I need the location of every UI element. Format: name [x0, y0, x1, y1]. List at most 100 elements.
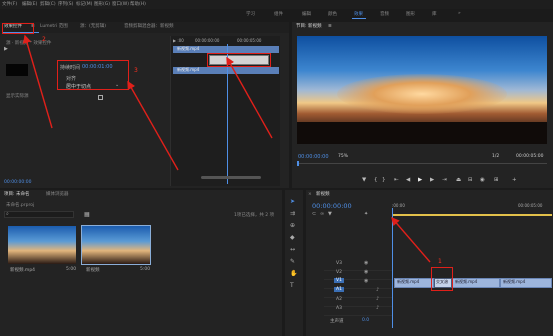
show-actual-sources-label: 显示实际源 — [6, 94, 29, 99]
media-thumb-2[interactable] — [81, 225, 151, 265]
show-actual-sources-checkbox[interactable] — [98, 95, 103, 100]
program-playhead[interactable] — [297, 161, 299, 166]
menu-clip[interactable]: 剪辑(C) — [40, 1, 56, 7]
ec-timecode[interactable]: 00:00:00:00 — [4, 180, 31, 185]
timeline-settings-icon[interactable]: ✦ — [364, 211, 368, 217]
snap-icon[interactable]: ⊂ — [312, 211, 316, 217]
workspace-color[interactable]: 颜色 — [328, 11, 337, 17]
tab-media-browser[interactable]: 媒体浏览器 — [46, 190, 69, 200]
menu-marker[interactable]: 标记(M) — [76, 1, 92, 7]
mini-scrollbar[interactable] — [201, 176, 261, 179]
workspace-audio[interactable]: 音频 — [380, 11, 389, 17]
menu-sequence[interactable]: 序列(S) — [58, 1, 73, 7]
mark-out2-icon[interactable]: } — [382, 177, 386, 183]
mini-clip-1-label: 新视频.mp4 — [177, 46, 200, 51]
media-thumb-1[interactable] — [8, 226, 76, 264]
slip-tool-icon[interactable]: ↔ — [290, 246, 295, 253]
project-search-input[interactable]: ⌕ — [4, 211, 74, 218]
add-button-icon[interactable]: + — [512, 177, 517, 183]
menu-file[interactable]: 文件(F) — [2, 1, 17, 7]
menu-graphics[interactable]: 图形(G) — [94, 1, 110, 7]
program-video-frame[interactable] — [297, 36, 547, 144]
linked-selection-icon[interactable]: ∞ — [320, 211, 324, 217]
track-v1-eye-icon[interactable]: ◉ — [364, 278, 368, 284]
mark-out-icon[interactable]: { — [374, 177, 378, 183]
tab-lumetri-scopes[interactable]: Lumetri 范围 — [40, 22, 68, 32]
menu-edit[interactable]: 编辑(E) — [22, 1, 37, 7]
mini-clip-1[interactable]: 新视频.mp4 — [173, 46, 279, 53]
tab-audio-mixer[interactable]: 音频剪辑混合器：新视频 — [124, 22, 174, 32]
export-frame-icon[interactable]: ◉ — [480, 177, 485, 183]
track-a2-mic-icon[interactable]: ♪ — [376, 296, 379, 302]
workspace-libraries[interactable]: 库 — [432, 11, 437, 17]
timeline-clip-c[interactable]: 新视频.mp4 — [500, 278, 552, 288]
go-to-in-icon[interactable]: ⇤ — [394, 177, 399, 183]
horizon-shape — [297, 122, 547, 144]
tab-project[interactable]: 项目: 未命名 — [4, 190, 29, 200]
razor-tool-icon[interactable]: ◆ — [290, 234, 295, 241]
mark-in-icon[interactable]: ▼ — [362, 177, 366, 183]
program-zoom-select[interactable]: 75% — [338, 154, 348, 159]
comparison-view-icon[interactable]: ⊞ — [494, 177, 499, 183]
tab-source[interactable]: 源：(无剪辑) — [80, 22, 106, 32]
program-resolution-select[interactable]: 1/2 — [492, 154, 499, 159]
lift-icon[interactable]: ⏏ — [456, 177, 461, 183]
timeline-timecode[interactable]: 00:00:00:00 — [312, 202, 352, 210]
media-thumb-2-name: 新视频 — [86, 268, 100, 273]
timeline-panel: × 新视频 00:00:00:00 ⊂ ∞ ▼ ✦ :00:00 00:00:0… — [306, 190, 553, 336]
program-tab-menu[interactable]: ≡ — [328, 22, 332, 32]
timeline-playhead[interactable] — [392, 208, 393, 328]
media-thumb-2-dur: 5:00 — [140, 267, 151, 272]
timeline-close-icon[interactable]: × — [308, 190, 312, 200]
add-marker-icon[interactable]: ▼ — [328, 211, 332, 217]
menu-window[interactable]: 窗口(W) — [112, 1, 129, 7]
timeline-clip-a[interactable]: 新视频.mp4 — [394, 278, 434, 288]
timeline-clip-b[interactable]: 新视频.mp4 — [452, 278, 500, 288]
mini-clip-2[interactable]: 新视频.mp4 — [173, 67, 279, 74]
workspace-editing[interactable]: 编辑 — [302, 11, 311, 17]
play-arrow-icon[interactable]: ▶ — [4, 46, 8, 53]
master-track-label: 主声道 — [330, 319, 344, 324]
workspace-effects[interactable]: 效果 — [354, 11, 363, 17]
workspace-learn[interactable]: 学习 — [246, 11, 255, 17]
master-track-value[interactable]: 0.0 — [362, 318, 369, 323]
workspace-more[interactable]: » — [458, 11, 461, 16]
annotation-box-tab — [2, 23, 34, 34]
step-back-icon[interactable]: ◀ — [406, 177, 410, 183]
track-v1-label: V1 — [334, 278, 344, 283]
ripple-edit-tool-icon[interactable]: ⊕ — [290, 222, 295, 229]
tools-panel: ➤ ⇉ ⊕ ◆ ↔ ✎ ✋ T — [285, 190, 303, 336]
program-scrub-bar[interactable] — [297, 163, 547, 164]
track-a3-mic-icon[interactable]: ♪ — [376, 305, 379, 311]
step-forward-icon[interactable]: ▶ — [430, 177, 434, 183]
pen-tool-icon[interactable]: ✎ — [290, 258, 295, 265]
hand-tool-icon[interactable]: ✋ — [290, 270, 297, 277]
mini-clip-2-label: 新视频.mp4 — [177, 67, 200, 72]
go-to-out-icon[interactable]: ⇥ — [442, 177, 447, 183]
program-timecode[interactable]: 00:00:00:00 — [298, 154, 329, 160]
media-thumb-1-dur: 5:00 — [66, 267, 77, 272]
new-bin-icon[interactable]: ▦ — [84, 211, 90, 218]
track-select-tool-icon[interactable]: ⇉ — [290, 210, 295, 217]
track-v3-label: V3 — [336, 261, 342, 266]
work-area-bar[interactable] — [392, 214, 552, 216]
tab-timeline-sequence[interactable]: 新视频 — [316, 190, 330, 200]
workspace-active-underline — [352, 18, 366, 19]
track-a3[interactable]: A3 ♪ — [324, 305, 392, 316]
selection-tool-icon[interactable]: ➤ — [290, 198, 295, 205]
ruler-start: :00:00 — [392, 203, 405, 208]
track-a1-mic-icon[interactable]: ♪ — [376, 287, 379, 293]
effect-controls-panel: 效果控件 ≡ Lumetri 范围 源：(无剪辑) 音频剪辑混合器：新视频 源 … — [0, 22, 289, 188]
annotation-box-transition — [207, 53, 271, 67]
workspace-graphics[interactable]: 图形 — [406, 11, 415, 17]
workspace-assembly[interactable]: 组件 — [274, 11, 283, 17]
play-icon[interactable]: ▶ — [418, 177, 422, 183]
menu-help[interactable]: 帮助(H) — [130, 1, 146, 7]
track-v2-label: V2 — [336, 270, 342, 275]
type-tool-icon[interactable]: T — [290, 282, 294, 289]
extract-icon[interactable]: ⊟ — [468, 177, 473, 183]
track-v3-eye-icon[interactable]: ◉ — [364, 260, 368, 266]
track-a2-label: A2 — [336, 297, 342, 302]
track-v2-eye-icon[interactable]: ◉ — [364, 269, 368, 275]
tab-program[interactable]: 节目: 新视频 — [296, 22, 321, 32]
